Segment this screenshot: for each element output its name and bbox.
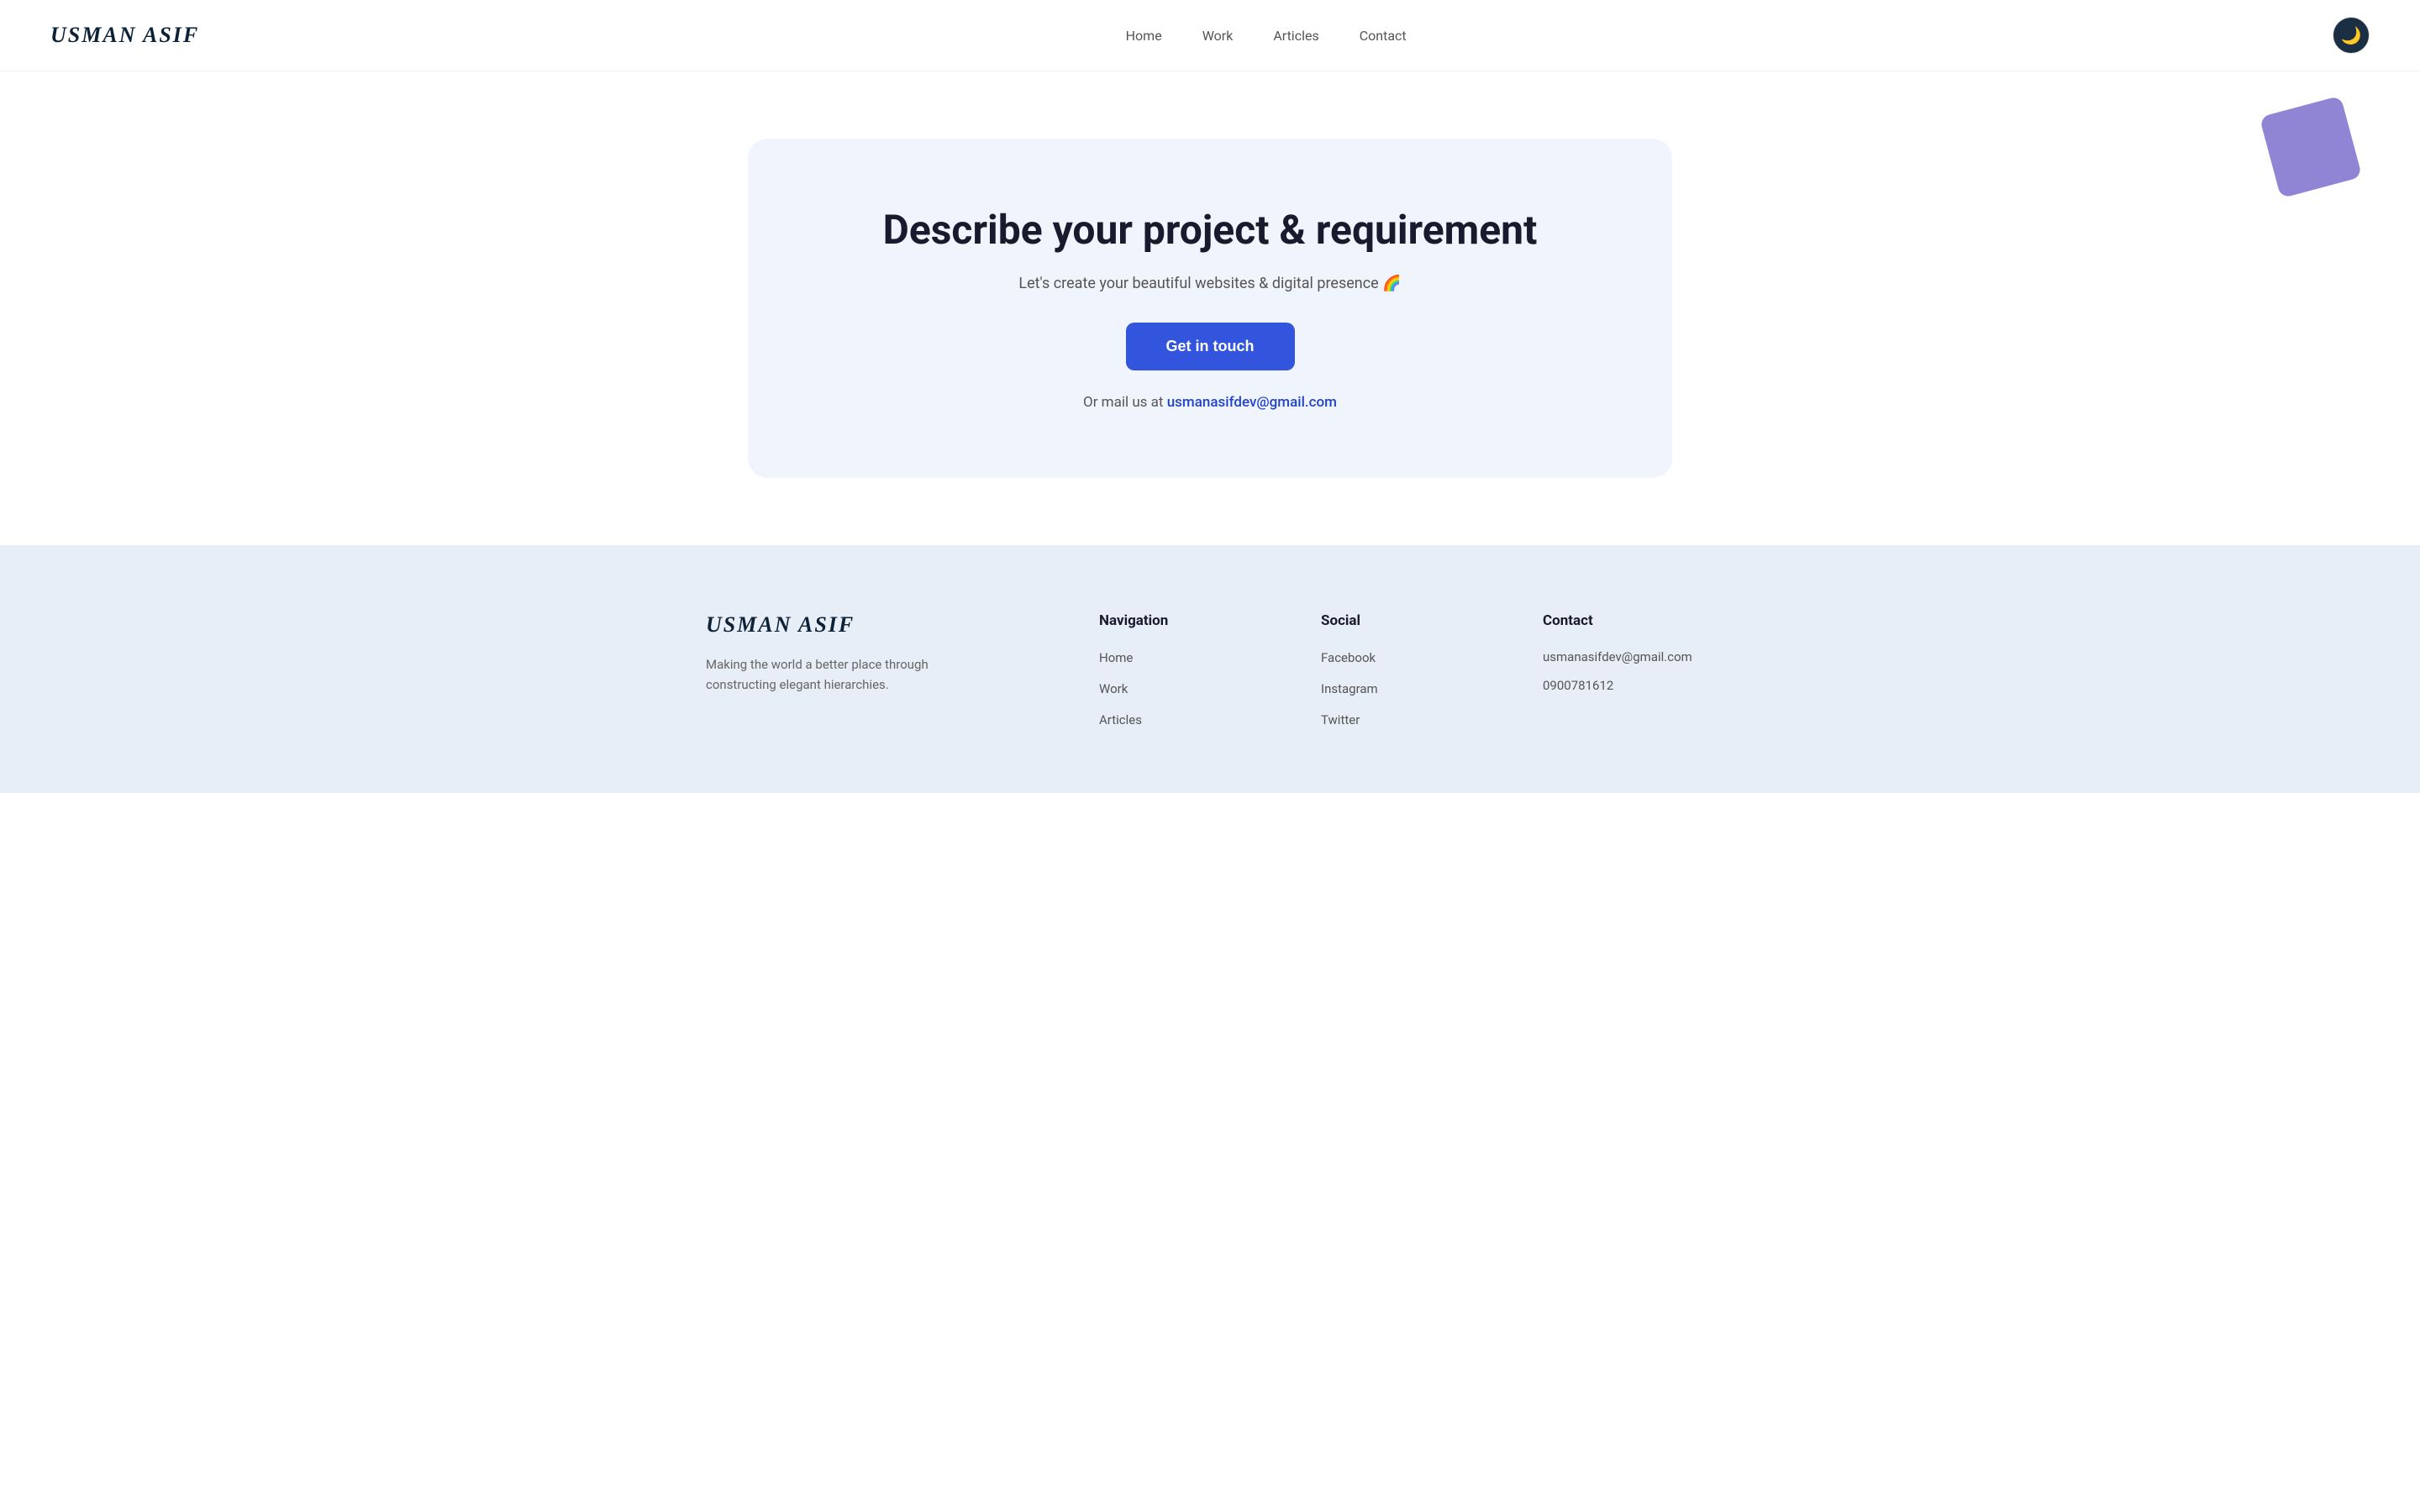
- dark-mode-button[interactable]: 🌙: [2333, 17, 2370, 54]
- footer-social: Social Facebook Instagram Twitter: [1321, 612, 1492, 743]
- mail-prefix: Or mail us at: [1083, 394, 1163, 411]
- moon-icon: 🌙: [2341, 25, 2362, 46]
- nav-contact[interactable]: Contact: [1360, 28, 1407, 44]
- footer-tagline: Making the world a better place through …: [706, 654, 958, 695]
- footer-instagram[interactable]: Instagram: [1321, 681, 1378, 696]
- header: Usman Asif Home Work Articles Contact 🌙: [0, 0, 2420, 71]
- footer-nav-articles[interactable]: Articles: [1099, 712, 1142, 727]
- footer-contact: Contact usmanasifdev@gmail.com 090078161…: [1543, 612, 1714, 743]
- list-item: Work: [1099, 680, 1270, 696]
- list-item: Instagram: [1321, 680, 1492, 696]
- footer-nav-home[interactable]: Home: [1099, 650, 1133, 665]
- email-link[interactable]: usmanasifdev@gmail.com: [1167, 394, 1337, 411]
- footer-social-list: Facebook Instagram Twitter: [1321, 649, 1492, 727]
- footer-grid: Usman Asif Making the world a better pla…: [706, 612, 1714, 743]
- mail-section: Or mail us at usmanasifdev@gmail.com: [798, 394, 1622, 411]
- nav-home[interactable]: Home: [1126, 28, 1162, 44]
- footer-contact-email: usmanasifdev@gmail.com: [1543, 649, 1714, 664]
- list-item: Twitter: [1321, 711, 1492, 727]
- get-in-touch-button[interactable]: Get in touch: [1126, 323, 1295, 370]
- footer-nav-work[interactable]: Work: [1099, 681, 1128, 696]
- list-item: Facebook: [1321, 649, 1492, 665]
- nav: Home Work Articles Contact: [1126, 28, 1407, 44]
- nav-articles[interactable]: Articles: [1273, 28, 1318, 44]
- footer-navigation: Navigation Home Work Articles: [1099, 612, 1270, 743]
- list-item: Articles: [1099, 711, 1270, 727]
- footer-social-heading: Social: [1321, 612, 1492, 629]
- footer-twitter[interactable]: Twitter: [1321, 712, 1360, 727]
- footer: Usman Asif Making the world a better pla…: [0, 545, 2420, 793]
- nav-work[interactable]: Work: [1202, 28, 1234, 44]
- footer-brand: Usman Asif Making the world a better pla…: [706, 612, 1049, 743]
- logo: Usman Asif: [50, 23, 199, 48]
- contact-card: Describe your project & requirement Let'…: [748, 139, 1672, 478]
- footer-nav-list: Home Work Articles: [1099, 649, 1270, 727]
- decorative-square: [2260, 96, 2362, 198]
- main-subheading: Let's create your beautiful websites & d…: [798, 275, 1622, 292]
- footer-nav-heading: Navigation: [1099, 612, 1270, 629]
- footer-facebook[interactable]: Facebook: [1321, 650, 1376, 665]
- footer-logo: Usman Asif: [706, 612, 1049, 638]
- main-section: Describe your project & requirement Let'…: [0, 71, 2420, 545]
- list-item: Home: [1099, 649, 1270, 665]
- footer-contact-phone: 0900781612: [1543, 678, 1714, 693]
- main-heading: Describe your project & requirement: [798, 206, 1622, 255]
- footer-contact-heading: Contact: [1543, 612, 1714, 629]
